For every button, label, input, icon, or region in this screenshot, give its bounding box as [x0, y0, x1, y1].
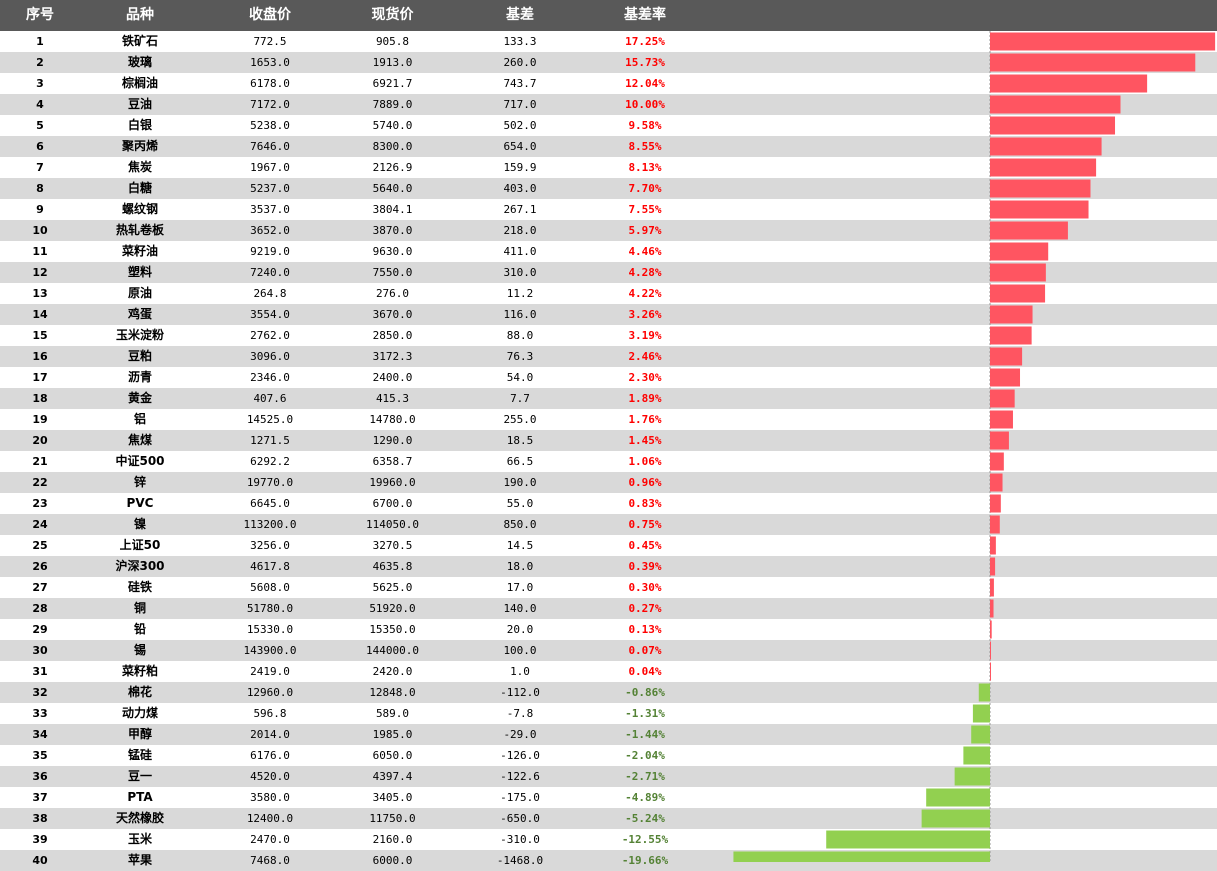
basis-rate-bar: [990, 284, 1046, 303]
basis-rate-bar: [990, 515, 1000, 534]
basis-rate-bar: [990, 32, 1216, 51]
basis-rate-bar: [990, 200, 1089, 219]
basis-rate-bar: [954, 767, 990, 786]
basis-rate-bar: [990, 305, 1033, 324]
basis-rate-bar: [990, 494, 1001, 513]
basis-rate-bar: [978, 683, 990, 702]
basis-rate-bar: [990, 116, 1116, 135]
basis-rate-bar: [971, 725, 990, 744]
basis-rate-bar: [921, 809, 990, 828]
basis-rate-bar: [990, 641, 991, 660]
basis-rate-bar: [990, 74, 1148, 93]
basis-rate-bar: [990, 473, 1003, 492]
basis-rate-bar: [990, 431, 1009, 450]
basis-rate-bar: [990, 137, 1102, 156]
basis-rate-bar: [990, 53, 1196, 72]
basis-rate-bar: [990, 263, 1046, 282]
basis-rate-bar: [733, 851, 990, 862]
basis-rate-bar: [990, 620, 992, 639]
basis-rate-bar: [990, 326, 1032, 345]
basis-rate-bar: [990, 536, 996, 555]
basis-rate-bar: [990, 599, 994, 618]
basis-rate-bar: [972, 704, 990, 723]
basis-rate-bar: [990, 389, 1015, 408]
basis-rate-bar: [990, 557, 996, 576]
basis-rate-bar: [963, 746, 990, 765]
basis-rate-bar: [990, 662, 991, 681]
basis-rate-bar: [990, 347, 1023, 366]
basis-rate-bar: [826, 830, 990, 849]
basis-rate-bar: [990, 158, 1097, 177]
basis-rate-bar-chart: [733, 31, 1216, 862]
basis-rate-bar: [990, 452, 1004, 471]
basis-rate-bar: [990, 221, 1068, 240]
basis-rate-bar: [990, 410, 1013, 429]
basis-rate-bar: [926, 788, 990, 807]
basis-rate-bar: [990, 95, 1121, 114]
basis-rate-bar: [990, 368, 1021, 387]
basis-rate-bar: [990, 179, 1091, 198]
basis-rate-bar: [990, 242, 1049, 261]
basis-rate-bar: [990, 578, 994, 597]
